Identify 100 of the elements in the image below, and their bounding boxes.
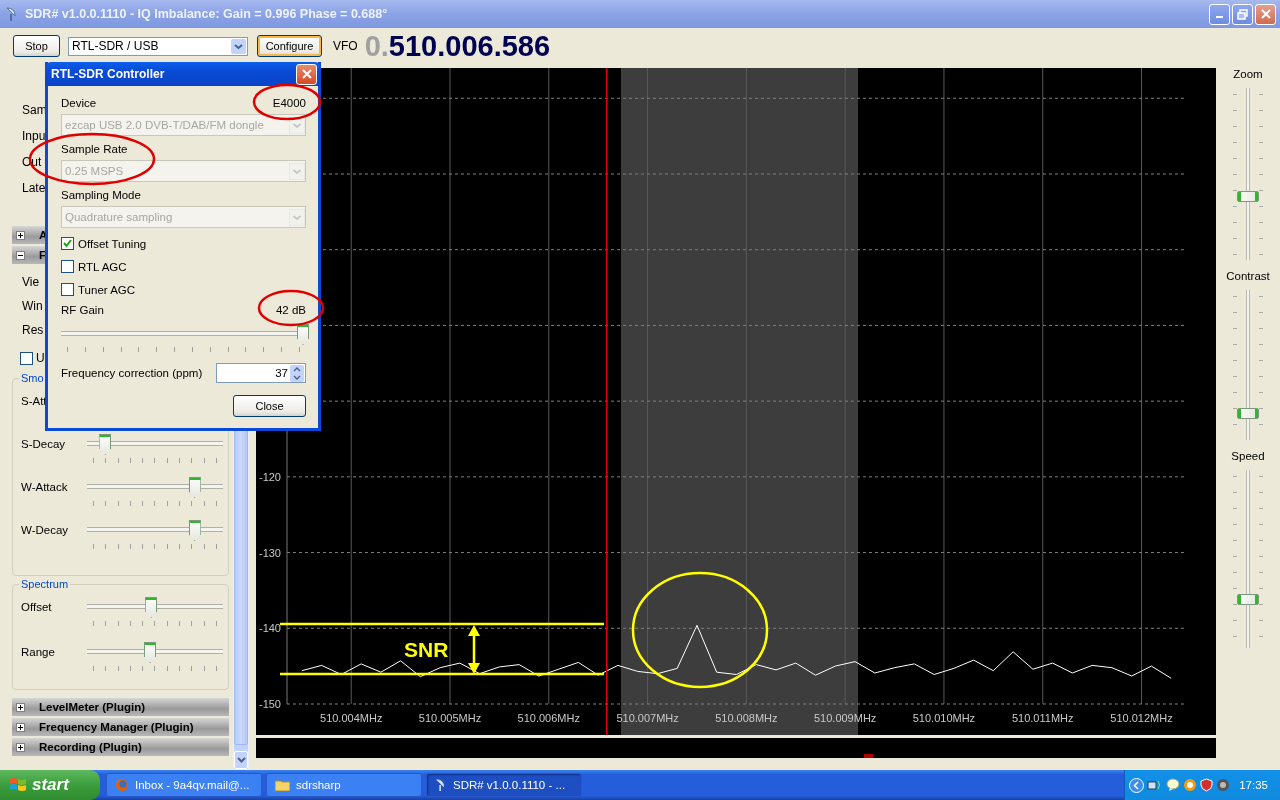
axis-label: -150	[258, 698, 281, 710]
minimize-button[interactable]	[1209, 3, 1230, 25]
close-icon	[301, 69, 312, 79]
frequency-correction-field[interactable]: 37	[216, 363, 306, 383]
expander-icon	[16, 722, 25, 732]
checkbox-label: Offset Tuning	[78, 237, 147, 250]
setting-label: Win	[22, 298, 43, 315]
rf-gain-value: 42 dB	[275, 303, 306, 316]
network-icon[interactable]	[1147, 778, 1163, 792]
window-title: SDR# v1.0.0.1110 - IQ Imbalance: Gain = 0.996 Phase = 0.688°	[25, 7, 388, 21]
setting-label: Vie	[22, 274, 40, 291]
rf-gain-label: RF Gain	[61, 303, 104, 316]
satellite-dish-icon	[435, 778, 447, 792]
vfo-label: VFO	[333, 39, 358, 53]
frequency-correction-label: Frequency correction (ppm)	[61, 367, 203, 379]
axis-label: 510.010MHz	[912, 712, 976, 724]
chevron-down-icon	[289, 208, 305, 226]
checkbox[interactable]	[61, 260, 74, 273]
slider-label: Offset	[20, 600, 53, 613]
slider-label: Range	[20, 645, 56, 658]
checkbox-label: RTL AGC	[78, 260, 127, 273]
maximize-button[interactable]	[1232, 3, 1253, 25]
checkbox[interactable]	[61, 283, 74, 296]
chevron-down-icon	[289, 162, 305, 180]
restore-icon	[1237, 8, 1248, 20]
axis-label: 510.006MHz	[517, 712, 580, 724]
globe-icon	[115, 778, 129, 792]
axis-label: 510.012MHz	[1110, 712, 1173, 724]
slider-label: Zoom	[1233, 68, 1263, 82]
sample-rate-label: Sample Rate	[61, 143, 128, 155]
minimize-icon	[1216, 16, 1223, 18]
configure-button[interactable]: Configure	[257, 35, 322, 57]
shield-icon[interactable]	[1200, 778, 1213, 792]
axis-label: 510.008MHz	[715, 712, 778, 724]
checkbox-label: Tuner AGC	[78, 283, 136, 296]
axis-label: 510.011MHz	[1011, 712, 1074, 724]
frequency-prefix: 0.	[364, 31, 389, 61]
slider-label: S-Decay	[20, 437, 67, 450]
slider-thumb[interactable]	[188, 477, 201, 498]
taskbar-button[interactable]: SDR# v1.0.0.1110 - ...	[426, 773, 582, 797]
device-label: Device	[61, 97, 97, 109]
plugin-header[interactable]: Recording (Plugin)	[12, 738, 229, 756]
tuning-marker[interactable]	[605, 68, 608, 735]
close-button[interactable]	[1255, 3, 1276, 25]
plugin-header[interactable]: Frequency Manager (Plugin)	[12, 718, 229, 736]
axis-label: -120	[258, 470, 281, 483]
tuning-marker	[864, 754, 873, 758]
slider-label: W-Attack	[20, 480, 69, 493]
expander-icon	[16, 742, 25, 752]
source-dropdown[interactable]: RTL-SDR / USB	[68, 36, 248, 56]
close-button[interactable]: Close	[233, 395, 306, 417]
slider-label: Contrast	[1226, 270, 1270, 284]
chevron-down-icon	[236, 757, 246, 763]
expander-icon	[16, 702, 25, 712]
spinner-arrows-icon[interactable]	[290, 364, 304, 382]
axis-label: 510.007MHz	[616, 712, 679, 724]
setting-label: Inpu	[22, 128, 46, 145]
dialog-title: RTL-SDR Controller	[51, 67, 165, 81]
slider-label: W-Decay	[20, 523, 70, 536]
axis-label: 510.005MHz	[418, 712, 482, 724]
slider-thumb[interactable]	[1237, 408, 1259, 420]
scroll-down-button[interactable]	[234, 751, 248, 769]
checkbox-label: U	[36, 351, 45, 365]
taskbar-button[interactable]: sdrsharp	[266, 773, 422, 797]
slider-thumb[interactable]	[99, 434, 112, 455]
setting-label: Res	[22, 322, 44, 339]
close-icon	[1260, 9, 1271, 19]
sampling-mode-label: Sampling Mode	[61, 189, 141, 201]
slider-thumb[interactable]	[297, 324, 309, 345]
slider-thumb[interactable]	[1237, 593, 1259, 605]
circle-icon[interactable]	[1183, 778, 1197, 792]
expander-icon	[16, 250, 25, 260]
axis-label: -140	[258, 622, 281, 635]
chevron-left-icon[interactable]	[1129, 777, 1144, 793]
plugin-header[interactable]: LevelMeter (Plugin)	[12, 698, 229, 716]
windows-flag-icon	[9, 777, 27, 793]
tuner-value: E4000	[272, 97, 306, 109]
group-legend: Smo	[19, 372, 46, 384]
axis-label: -130	[258, 546, 281, 559]
checkbox[interactable]	[61, 237, 74, 250]
annotation-ellipse	[252, 83, 322, 121]
slider-label: S-Att	[20, 394, 48, 407]
taskbar-button[interactable]: Inbox - 9a4qv.mail@...	[106, 773, 262, 797]
axis-label: 510.009MHz	[814, 712, 877, 724]
slider-thumb[interactable]	[145, 597, 158, 618]
folder-icon	[275, 779, 290, 791]
chevron-down-icon	[231, 38, 246, 54]
annotation-ellipse	[257, 289, 325, 327]
chat-bubble-icon[interactable]	[1166, 778, 1180, 792]
frequency-display[interactable]: 510.006.586	[388, 31, 551, 61]
group-legend: Spectrum	[19, 578, 71, 590]
close-button[interactable]	[296, 63, 317, 85]
slider-label: Speed	[1231, 450, 1265, 464]
slider-thumb[interactable]	[1237, 191, 1259, 203]
slider-thumb[interactable]	[188, 520, 201, 541]
satellite-dish-icon	[5, 6, 19, 22]
axis-label: 510.004MHz	[320, 712, 383, 724]
slider-thumb[interactable]	[144, 642, 157, 663]
stop-button[interactable]: Stop	[13, 35, 60, 57]
checkbox[interactable]	[20, 351, 33, 365]
